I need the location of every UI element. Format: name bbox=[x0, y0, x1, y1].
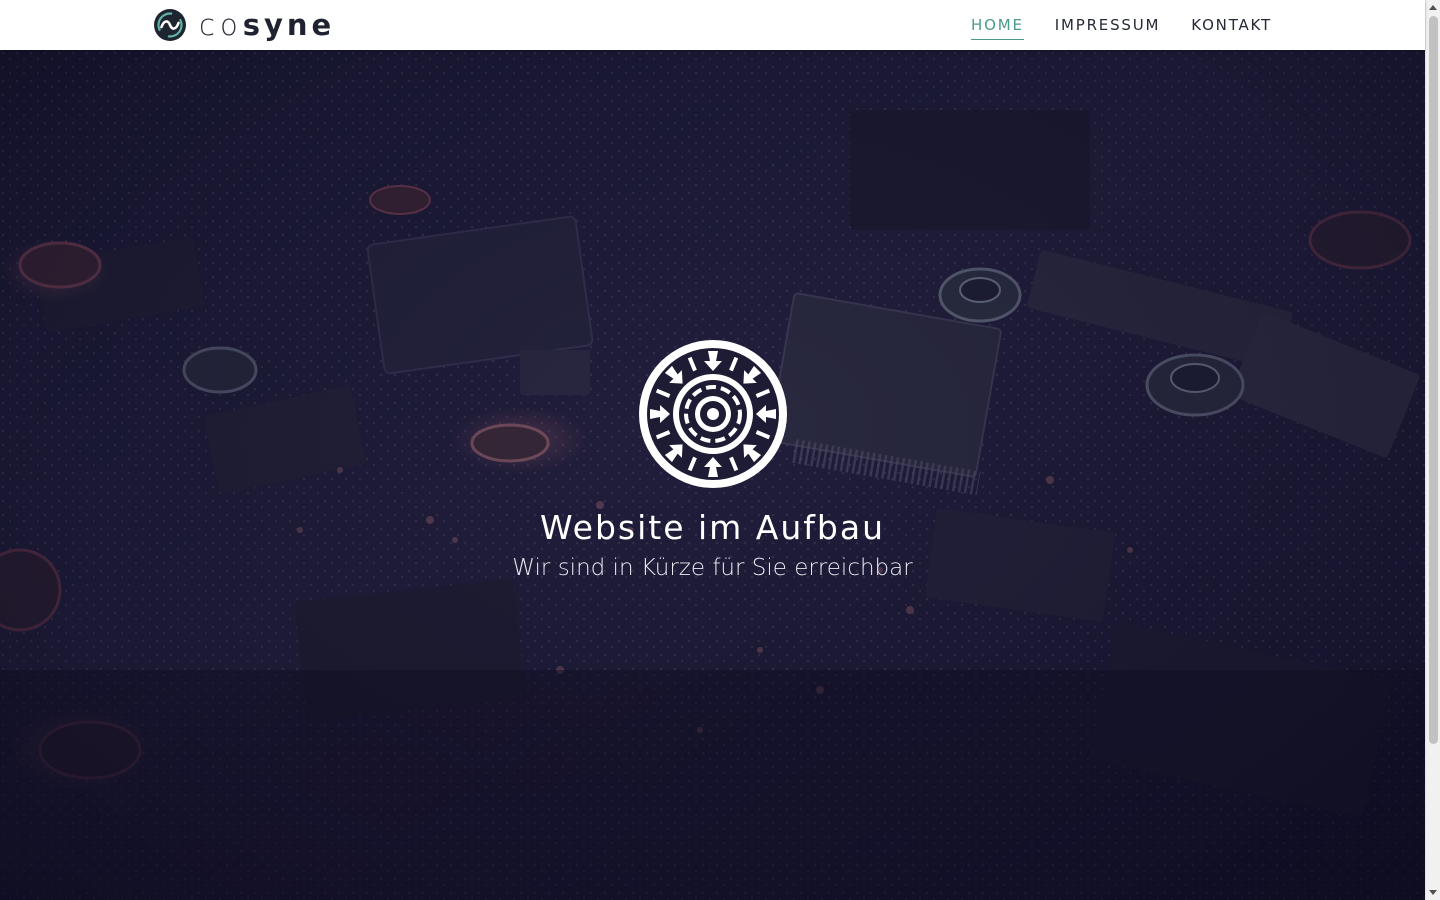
brand-name-light: co bbox=[199, 8, 243, 42]
page: cosyne HOME IMPRESSUM KONTAKT Website im… bbox=[0, 0, 1440, 900]
brand-name-bold: syne bbox=[242, 8, 336, 42]
circuit-wheel-emblem-icon bbox=[639, 340, 787, 488]
page-scrollbar[interactable] bbox=[1425, 0, 1440, 900]
hero-subtitle: Wir sind in Kürze für Sie erreichbar bbox=[512, 555, 913, 581]
nav-item-impressum[interactable]: IMPRESSUM bbox=[1055, 10, 1160, 40]
main-nav: HOME IMPRESSUM KONTAKT bbox=[940, 0, 1272, 50]
nav-item-home[interactable]: HOME bbox=[971, 10, 1024, 40]
scroll-up-arrow-icon[interactable] bbox=[1429, 5, 1437, 10]
scroll-down-arrow-icon[interactable] bbox=[1429, 890, 1437, 895]
top-navbar: cosyne HOME IMPRESSUM KONTAKT bbox=[0, 0, 1425, 50]
nav-item-kontakt[interactable]: KONTAKT bbox=[1191, 10, 1272, 40]
hero-section: Website im Aufbau Wir sind in Kürze für … bbox=[0, 50, 1425, 900]
cosyne-swirl-logo-icon bbox=[154, 9, 186, 41]
brand-home-link[interactable]: cosyne bbox=[153, 7, 335, 43]
scrollbar-thumb[interactable] bbox=[1429, 16, 1438, 744]
brand-name: cosyne bbox=[199, 8, 335, 42]
hero-title: Website im Aufbau bbox=[539, 508, 886, 547]
